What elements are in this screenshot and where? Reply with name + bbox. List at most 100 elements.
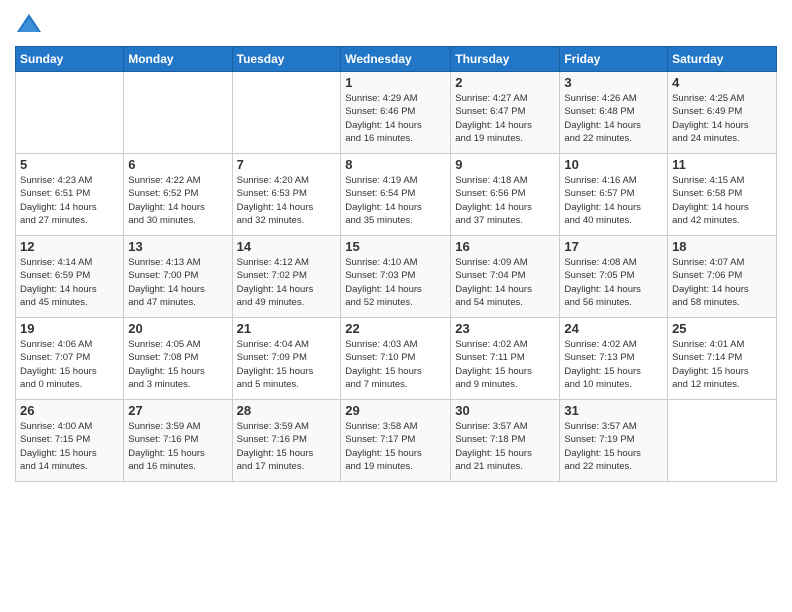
calendar-cell: 12 Sunrise: 4:14 AM Sunset: 6:59 PM Dayli… — [16, 236, 124, 318]
day-info: Sunrise: 4:02 AM Sunset: 7:13 PM Dayligh… — [564, 338, 663, 391]
calendar-week-2: 5 Sunrise: 4:23 AM Sunset: 6:51 PM Daylig… — [16, 154, 777, 236]
calendar-cell: 28Sunrise: 3:59 AM Sunset: 7:16 PM Dayli… — [232, 400, 341, 482]
calendar-cell: 3 Sunrise: 4:26 AM Sunset: 6:48 PM Daylig… — [560, 72, 668, 154]
day-number: 9 — [455, 157, 555, 172]
calendar-cell: 14 Sunrise: 4:12 AM Sunset: 7:02 PM Dayli… — [232, 236, 341, 318]
day-info: Sunrise: 4:16 AM Sunset: 6:57 PM Dayligh… — [564, 174, 663, 227]
calendar-cell: 25 Sunrise: 4:01 AM Sunset: 7:14 PM Dayli… — [668, 318, 777, 400]
day-info: Sunrise: 4:13 AM Sunset: 7:00 PM Dayligh… — [128, 256, 227, 309]
day-info: Sunrise: 4:14 AM Sunset: 6:59 PM Dayligh… — [20, 256, 119, 309]
weekday-header-row: SundayMondayTuesdayWednesdayThursdayFrid… — [16, 47, 777, 72]
weekday-header-saturday: Saturday — [668, 47, 777, 72]
calendar-cell: 15Sunrise: 4:10 AM Sunset: 7:03 PM Dayli… — [341, 236, 451, 318]
calendar-cell: 18 Sunrise: 4:07 AM Sunset: 7:06 PM Dayli… — [668, 236, 777, 318]
day-number: 3 — [564, 75, 663, 90]
day-number: 23 — [455, 321, 555, 336]
day-info: Sunrise: 4:25 AM Sunset: 6:49 PM Dayligh… — [672, 92, 772, 145]
day-info: Sunrise: 4:19 AM Sunset: 6:54 PM Dayligh… — [345, 174, 446, 227]
calendar-week-1: 1 Sunrise: 4:29 AM Sunset: 6:46 PM Daylig… — [16, 72, 777, 154]
calendar-week-5: 26 Sunrise: 4:00 AM Sunset: 7:15 PM Dayli… — [16, 400, 777, 482]
calendar-cell: 17Sunrise: 4:08 AM Sunset: 7:05 PM Dayli… — [560, 236, 668, 318]
header — [15, 10, 777, 38]
day-number: 7 — [237, 157, 337, 172]
calendar-cell: 10 Sunrise: 4:16 AM Sunset: 6:57 PM Dayli… — [560, 154, 668, 236]
day-info: Sunrise: 3:58 AM Sunset: 7:17 PM Dayligh… — [345, 420, 446, 473]
day-info: Sunrise: 4:29 AM Sunset: 6:46 PM Dayligh… — [345, 92, 446, 145]
calendar-cell: 4 Sunrise: 4:25 AM Sunset: 6:49 PM Daylig… — [668, 72, 777, 154]
calendar-cell: 23 Sunrise: 4:02 AM Sunset: 7:11 PM Dayli… — [451, 318, 560, 400]
day-info: Sunrise: 4:15 AM Sunset: 6:58 PM Dayligh… — [672, 174, 772, 227]
day-number: 11 — [672, 157, 772, 172]
calendar-table: SundayMondayTuesdayWednesdayThursdayFrid… — [15, 46, 777, 482]
calendar-cell — [16, 72, 124, 154]
day-number: 10 — [564, 157, 663, 172]
calendar-cell: 5 Sunrise: 4:23 AM Sunset: 6:51 PM Daylig… — [16, 154, 124, 236]
day-info: Sunrise: 4:12 AM Sunset: 7:02 PM Dayligh… — [237, 256, 337, 309]
day-number: 25 — [672, 321, 772, 336]
day-number: 5 — [20, 157, 119, 172]
day-info: Sunrise: 3:57 AM Sunset: 7:19 PM Dayligh… — [564, 420, 663, 473]
calendar-cell: 19Sunrise: 4:06 AM Sunset: 7:07 PM Dayli… — [16, 318, 124, 400]
calendar-cell: 27Sunrise: 3:59 AM Sunset: 7:16 PM Dayli… — [124, 400, 232, 482]
calendar-cell — [668, 400, 777, 482]
weekday-header-tuesday: Tuesday — [232, 47, 341, 72]
day-number: 22 — [345, 321, 446, 336]
day-number: 20 — [128, 321, 227, 336]
day-number: 4 — [672, 75, 772, 90]
day-info: Sunrise: 4:10 AM Sunset: 7:03 PM Dayligh… — [345, 256, 446, 309]
calendar-week-3: 12 Sunrise: 4:14 AM Sunset: 6:59 PM Dayli… — [16, 236, 777, 318]
calendar-cell: 26 Sunrise: 4:00 AM Sunset: 7:15 PM Dayli… — [16, 400, 124, 482]
day-number: 13 — [128, 239, 227, 254]
day-info: Sunrise: 4:00 AM Sunset: 7:15 PM Dayligh… — [20, 420, 119, 473]
weekday-header-monday: Monday — [124, 47, 232, 72]
page: SundayMondayTuesdayWednesdayThursdayFrid… — [0, 0, 792, 612]
calendar-cell: 16 Sunrise: 4:09 AM Sunset: 7:04 PM Dayli… — [451, 236, 560, 318]
calendar-cell: 31 Sunrise: 3:57 AM Sunset: 7:19 PM Dayli… — [560, 400, 668, 482]
calendar-week-4: 19Sunrise: 4:06 AM Sunset: 7:07 PM Dayli… — [16, 318, 777, 400]
day-info: Sunrise: 4:20 AM Sunset: 6:53 PM Dayligh… — [237, 174, 337, 227]
calendar-cell: 8 Sunrise: 4:19 AM Sunset: 6:54 PM Daylig… — [341, 154, 451, 236]
day-info: Sunrise: 4:07 AM Sunset: 7:06 PM Dayligh… — [672, 256, 772, 309]
weekday-header-thursday: Thursday — [451, 47, 560, 72]
day-number: 1 — [345, 75, 446, 90]
day-number: 30 — [455, 403, 555, 418]
calendar-cell: 7 Sunrise: 4:20 AM Sunset: 6:53 PM Daylig… — [232, 154, 341, 236]
day-number: 2 — [455, 75, 555, 90]
day-number: 17 — [564, 239, 663, 254]
calendar-cell — [232, 72, 341, 154]
day-number: 21 — [237, 321, 337, 336]
day-info: Sunrise: 4:26 AM Sunset: 6:48 PM Dayligh… — [564, 92, 663, 145]
day-info: Sunrise: 4:05 AM Sunset: 7:08 PM Dayligh… — [128, 338, 227, 391]
day-info: Sunrise: 4:09 AM Sunset: 7:04 PM Dayligh… — [455, 256, 555, 309]
day-number: 31 — [564, 403, 663, 418]
day-info: Sunrise: 4:02 AM Sunset: 7:11 PM Dayligh… — [455, 338, 555, 391]
calendar-cell: 29 Sunrise: 3:58 AM Sunset: 7:17 PM Dayli… — [341, 400, 451, 482]
calendar-cell: 21Sunrise: 4:04 AM Sunset: 7:09 PM Dayli… — [232, 318, 341, 400]
day-number: 26 — [20, 403, 119, 418]
calendar-cell: 24Sunrise: 4:02 AM Sunset: 7:13 PM Dayli… — [560, 318, 668, 400]
day-number: 16 — [455, 239, 555, 254]
day-info: Sunrise: 4:03 AM Sunset: 7:10 PM Dayligh… — [345, 338, 446, 391]
calendar-cell: 20 Sunrise: 4:05 AM Sunset: 7:08 PM Dayli… — [124, 318, 232, 400]
day-number: 19 — [20, 321, 119, 336]
calendar-cell: 6 Sunrise: 4:22 AM Sunset: 6:52 PM Daylig… — [124, 154, 232, 236]
calendar-cell — [124, 72, 232, 154]
day-info: Sunrise: 3:57 AM Sunset: 7:18 PM Dayligh… — [455, 420, 555, 473]
day-number: 8 — [345, 157, 446, 172]
calendar-cell: 2 Sunrise: 4:27 AM Sunset: 6:47 PM Daylig… — [451, 72, 560, 154]
day-info: Sunrise: 4:18 AM Sunset: 6:56 PM Dayligh… — [455, 174, 555, 227]
day-number: 18 — [672, 239, 772, 254]
day-number: 14 — [237, 239, 337, 254]
logo — [15, 10, 47, 38]
day-number: 6 — [128, 157, 227, 172]
day-info: Sunrise: 4:22 AM Sunset: 6:52 PM Dayligh… — [128, 174, 227, 227]
calendar-cell: 22 Sunrise: 4:03 AM Sunset: 7:10 PM Dayli… — [341, 318, 451, 400]
calendar-cell: 30 Sunrise: 3:57 AM Sunset: 7:18 PM Dayli… — [451, 400, 560, 482]
day-info: Sunrise: 4:23 AM Sunset: 6:51 PM Dayligh… — [20, 174, 119, 227]
day-info: Sunrise: 3:59 AM Sunset: 7:16 PM Dayligh… — [237, 420, 337, 473]
day-info: Sunrise: 4:01 AM Sunset: 7:14 PM Dayligh… — [672, 338, 772, 391]
calendar-cell: 1 Sunrise: 4:29 AM Sunset: 6:46 PM Daylig… — [341, 72, 451, 154]
day-number: 29 — [345, 403, 446, 418]
day-info: Sunrise: 4:27 AM Sunset: 6:47 PM Dayligh… — [455, 92, 555, 145]
day-number: 12 — [20, 239, 119, 254]
